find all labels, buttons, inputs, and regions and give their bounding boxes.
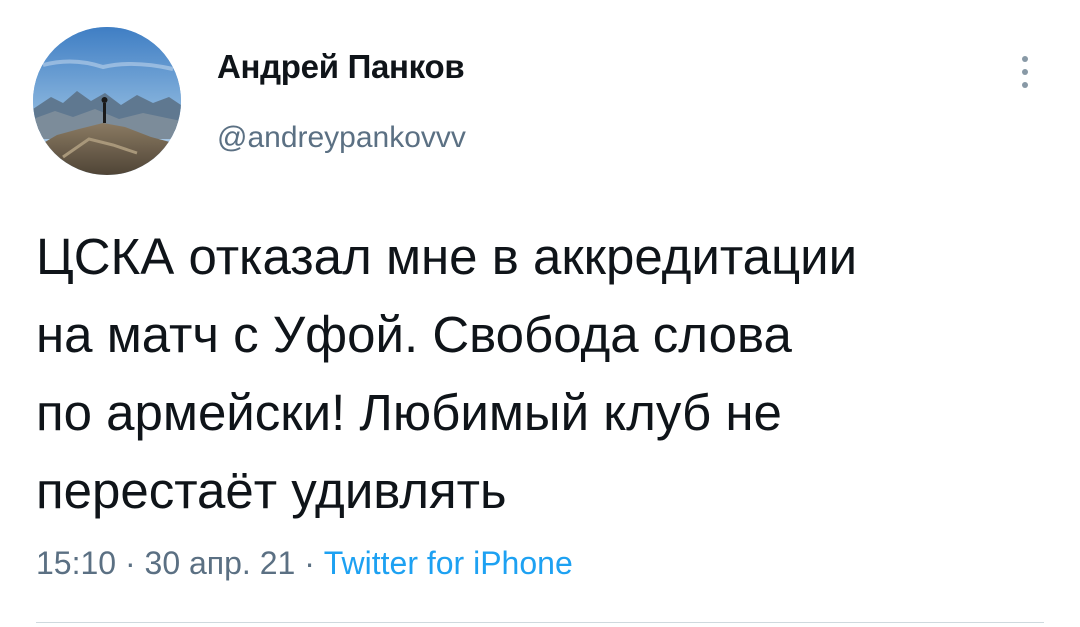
- tweet-text: ЦСКА отказал мне в аккредитации на матч …: [36, 228, 858, 519]
- tweet-meta: 15:10 · 30 апр. 21 · Twitter for iPhone: [36, 545, 573, 582]
- meta-separator: ·: [304, 545, 315, 581]
- avatar[interactable]: [33, 27, 181, 175]
- tweet-source-link[interactable]: Twitter for iPhone: [324, 545, 573, 581]
- more-dot-icon: [1022, 82, 1028, 88]
- display-name[interactable]: Андрей Панков: [217, 48, 465, 86]
- more-dot-icon: [1022, 56, 1028, 62]
- mountain-photo: [33, 27, 181, 175]
- tweet-card: Андрей Панков @andreypankovvv ЦСКА отказ…: [0, 0, 1080, 627]
- meta-separator: ·: [124, 545, 136, 581]
- tweet-time[interactable]: 15:10: [36, 545, 116, 581]
- more-dot-icon: [1022, 69, 1028, 75]
- more-options-button[interactable]: [1010, 50, 1040, 94]
- divider: [36, 622, 1044, 623]
- tweet-date[interactable]: 30 апр. 21: [145, 545, 296, 581]
- user-handle[interactable]: @andreypankovvv: [217, 121, 466, 155]
